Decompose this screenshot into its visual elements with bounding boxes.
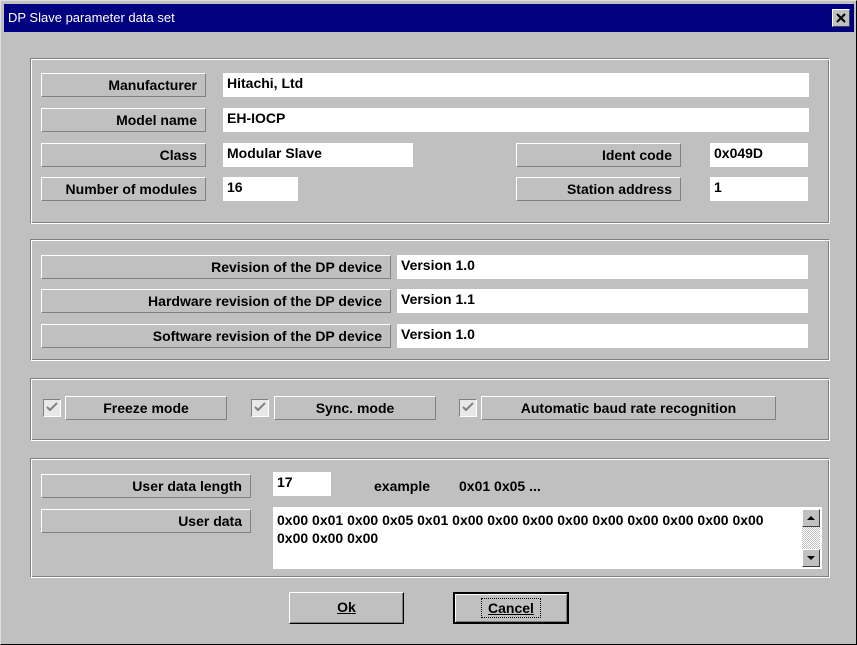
sw-revision-label: Software revision of the DP device bbox=[41, 324, 391, 348]
ok-button-label: Ok bbox=[337, 599, 356, 615]
checkmark-icon bbox=[254, 402, 266, 412]
model-name-field[interactable]: EH-IOCP bbox=[223, 108, 809, 132]
number-of-modules-label: Number of modules bbox=[41, 177, 206, 201]
window-title: DP Slave parameter data set bbox=[8, 10, 175, 25]
user-data-scrollbar[interactable] bbox=[802, 509, 820, 567]
title-bar[interactable]: DP Slave parameter data set bbox=[4, 4, 854, 32]
close-button[interactable] bbox=[832, 9, 850, 27]
user-data-label: User data bbox=[41, 509, 251, 533]
manufacturer-label: Manufacturer bbox=[41, 73, 206, 97]
checkmark-icon bbox=[462, 402, 474, 412]
ident-code-label: Ident code bbox=[516, 143, 681, 167]
ident-code-field[interactable]: 0x049D bbox=[710, 143, 808, 167]
number-of-modules-field[interactable]: 16 bbox=[223, 177, 298, 201]
user-data-text: 0x00 0x01 0x00 0x05 0x01 0x00 0x00 0x00 … bbox=[277, 512, 764, 546]
scroll-down-button[interactable] bbox=[802, 549, 820, 567]
model-name-label: Model name bbox=[41, 108, 206, 132]
cancel-button[interactable]: Cancel bbox=[453, 592, 569, 624]
user-data-length-label: User data length bbox=[41, 474, 251, 498]
scroll-track[interactable] bbox=[802, 527, 820, 549]
ok-button[interactable]: Ok bbox=[289, 592, 404, 624]
freeze-mode-checkbox[interactable] bbox=[43, 399, 61, 417]
checkmark-icon bbox=[46, 402, 58, 412]
user-data-length-field[interactable]: 17 bbox=[273, 472, 331, 496]
auto-baud-label[interactable]: Automatic baud rate recognition bbox=[481, 396, 776, 420]
arrow-up-icon bbox=[807, 516, 815, 520]
example-label: example bbox=[374, 478, 431, 494]
class-label: Class bbox=[41, 143, 206, 167]
close-icon bbox=[836, 13, 846, 23]
station-address-label: Station address bbox=[516, 177, 681, 201]
scroll-up-button[interactable] bbox=[802, 509, 820, 527]
sync-mode-label[interactable]: Sync. mode bbox=[274, 396, 436, 420]
station-address-field[interactable]: 1 bbox=[710, 177, 808, 201]
arrow-down-icon bbox=[807, 556, 815, 560]
freeze-mode-label[interactable]: Freeze mode bbox=[65, 396, 227, 420]
hw-revision-field[interactable]: Version 1.1 bbox=[397, 289, 808, 313]
class-field[interactable]: Modular Slave bbox=[223, 143, 413, 167]
hw-revision-label: Hardware revision of the DP device bbox=[41, 289, 391, 313]
dp-revision-field[interactable]: Version 1.0 bbox=[397, 255, 808, 279]
sync-mode-checkbox[interactable] bbox=[251, 399, 269, 417]
auto-baud-checkbox[interactable] bbox=[459, 399, 477, 417]
dialog-window: DP Slave parameter data set Manufacturer… bbox=[0, 0, 857, 645]
sw-revision-field[interactable]: Version 1.0 bbox=[397, 324, 808, 348]
cancel-button-label: Cancel bbox=[481, 598, 541, 618]
example-value: 0x01 0x05 ... bbox=[459, 478, 541, 494]
user-data-textarea[interactable]: 0x00 0x01 0x00 0x05 0x01 0x00 0x00 0x00 … bbox=[273, 507, 822, 569]
manufacturer-field[interactable]: Hitachi, Ltd bbox=[223, 73, 809, 97]
dp-revision-label: Revision of the DP device bbox=[41, 255, 391, 279]
